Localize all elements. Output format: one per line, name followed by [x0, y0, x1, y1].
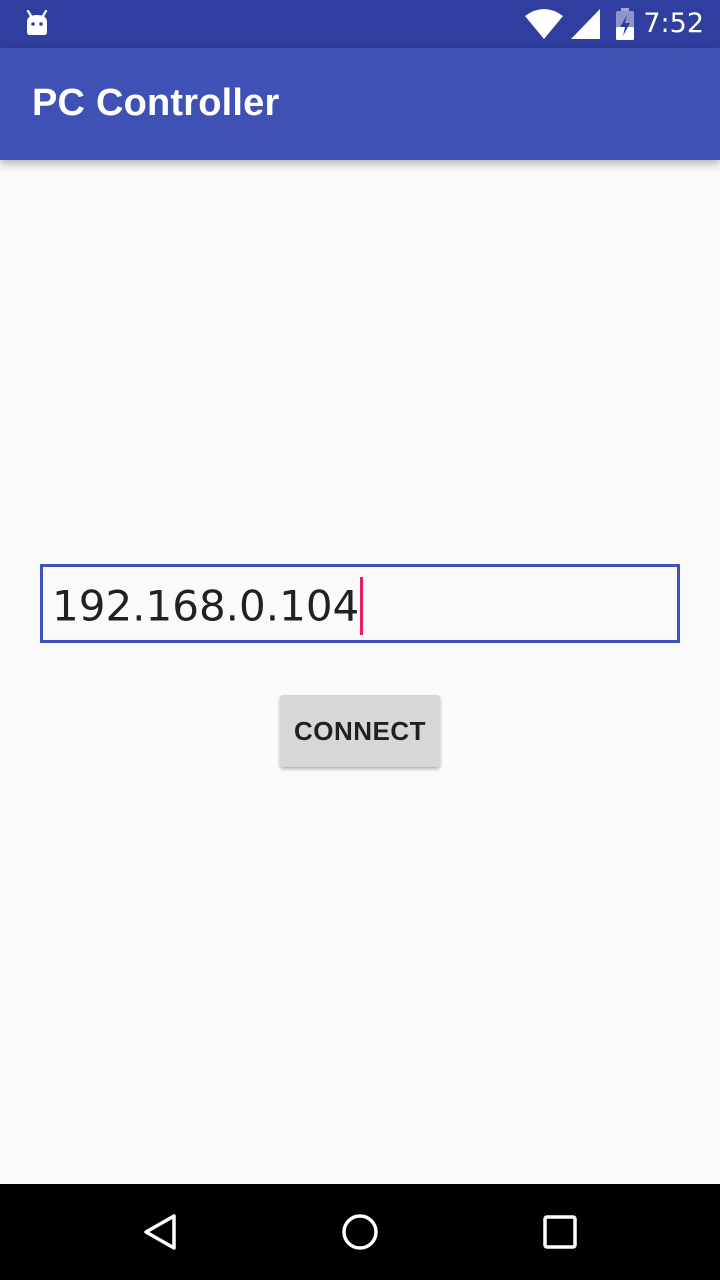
cell-signal-icon [571, 9, 600, 39]
app-title: PC Controller [32, 82, 280, 124]
main-content: 192.168.0.104 CONNECT [0, 160, 720, 1184]
back-icon[interactable] [140, 1212, 180, 1252]
home-icon[interactable] [340, 1212, 380, 1252]
status-time: 7:52 [643, 8, 704, 39]
app-bar: PC Controller [0, 48, 720, 160]
wifi-icon [525, 9, 563, 39]
status-bar: 7:52 [0, 0, 720, 48]
android-debug-icon [26, 10, 48, 35]
ip-address-value: 192.168.0.104 [52, 581, 360, 631]
ip-address-text-line: 192.168.0.104 [52, 577, 364, 638]
navigation-bar [0, 1184, 720, 1280]
text-cursor [360, 577, 364, 635]
recents-icon[interactable] [542, 1214, 578, 1250]
connect-button[interactable]: CONNECT [280, 695, 440, 767]
battery-charging-icon [616, 8, 634, 40]
ip-address-input[interactable]: 192.168.0.104 [40, 564, 680, 643]
